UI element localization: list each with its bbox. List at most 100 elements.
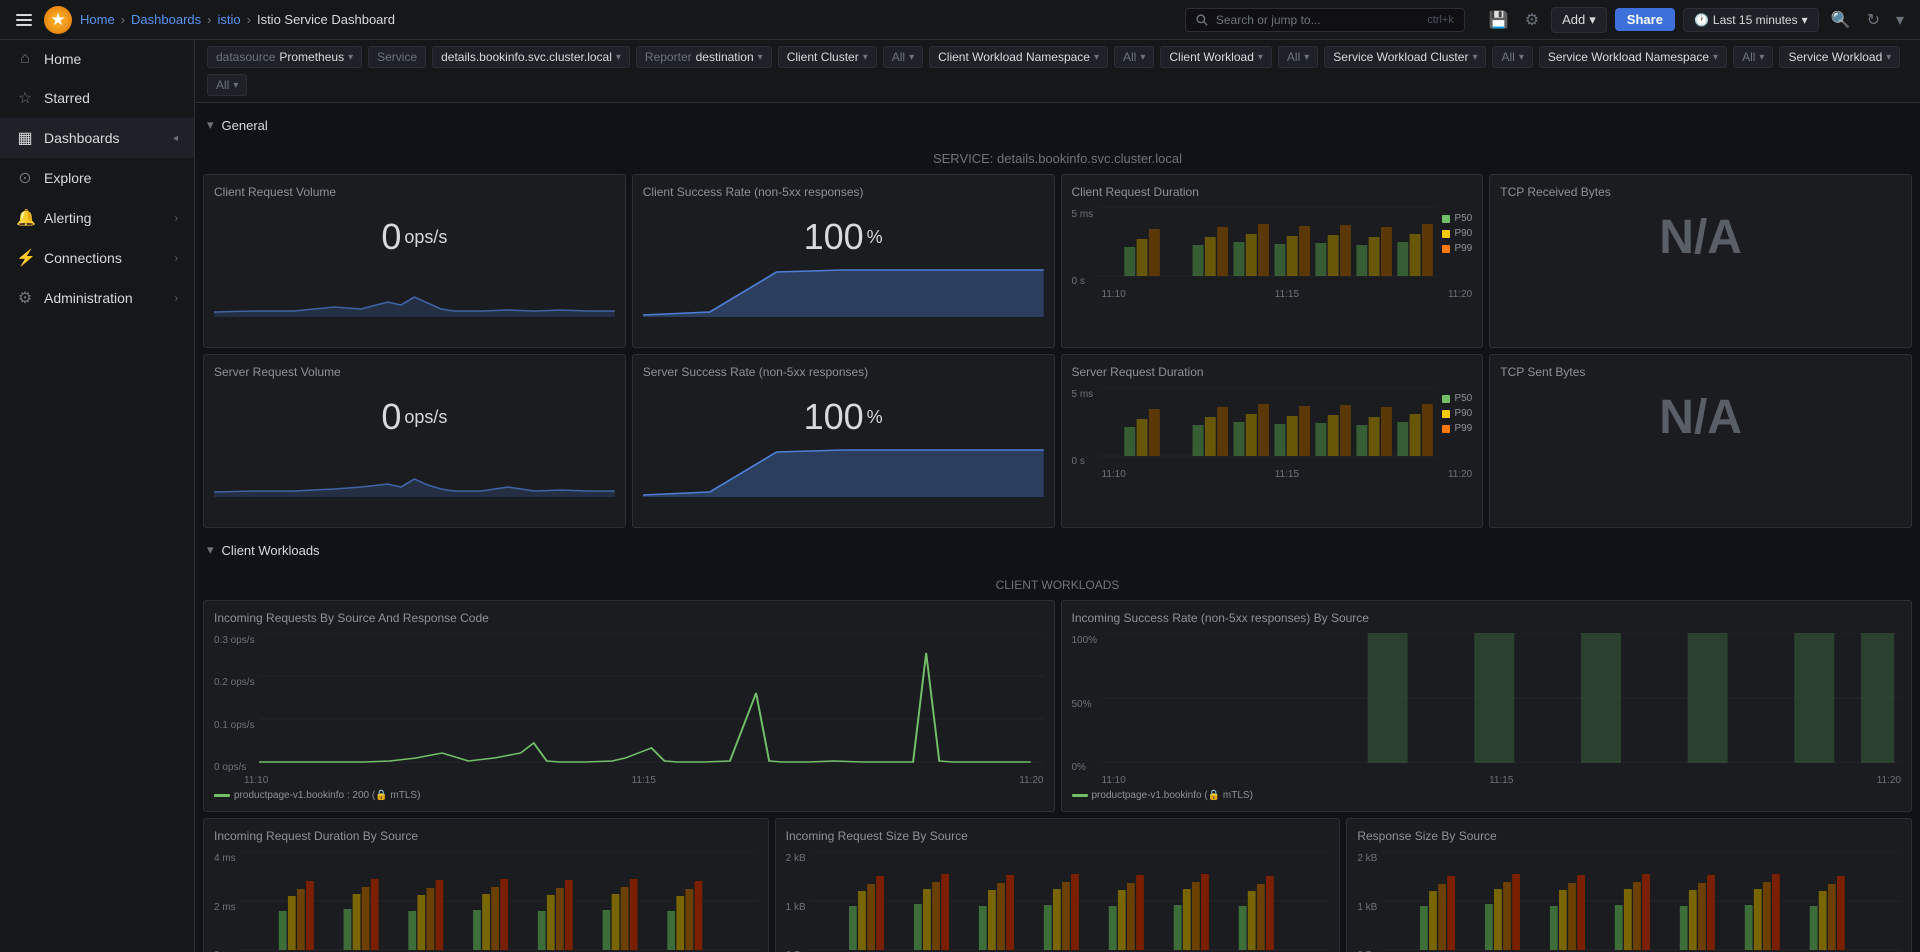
server-success-rate-chart: [643, 447, 1044, 517]
topbar: Home › Dashboards › istio › Istio Servic…: [0, 0, 1920, 40]
success-x-2: 11:20: [1877, 775, 1901, 786]
server-success-rate-panel: Server Success Rate (non-5xx responses) …: [632, 354, 1055, 528]
service-workload-all[interactable]: All ▾: [207, 74, 247, 96]
service-workload-ns-all[interactable]: All ▾: [1733, 46, 1773, 68]
time-range-button[interactable]: 🕐 Last 15 minutes ▾: [1683, 8, 1819, 32]
success-legend: productpage-v1.bookinfo (🔒 mTLS): [1072, 790, 1902, 801]
breadcrumb-current: Istio Service Dashboard: [257, 12, 395, 27]
server-request-duration-panel: Server Request Duration 5 ms 0 s: [1061, 354, 1484, 528]
server-p90-legend: P90: [1442, 408, 1472, 419]
starred-icon: ☆: [16, 88, 34, 108]
service-chevron-icon: ▾: [616, 52, 621, 63]
incoming-success-title: Incoming Success Rate (non-5xx responses…: [1072, 611, 1902, 625]
client-workloads-label: CLIENT WORKLOADS: [203, 568, 1912, 596]
client-success-rate-title: Client Success Rate (non-5xx responses): [643, 185, 1044, 199]
zoom-out-button[interactable]: 🔍: [1827, 6, 1855, 34]
sidebar-item-dashboards[interactable]: ▦ Dashboards ◂: [0, 118, 194, 158]
add-button[interactable]: Add ▾: [1551, 7, 1607, 33]
service-workload-filter[interactable]: Service Workload ▾: [1779, 46, 1900, 68]
response-size-title: Response Size By Source: [1357, 829, 1901, 843]
sw-chevron-icon: ▾: [1886, 52, 1891, 63]
server-request-volume-title: Server Request Volume: [214, 365, 615, 379]
menu-button[interactable]: [12, 8, 36, 32]
connections-expand-icon: ›: [175, 253, 178, 264]
datasource-filter[interactable]: datasource Prometheus ▾: [207, 46, 362, 68]
tcp-received-bytes-panel: TCP Received Bytes N/A: [1489, 174, 1912, 348]
sidebar-item-starred[interactable]: ☆ Starred: [0, 78, 194, 118]
incoming-y-1: 0.2 ops/s: [214, 677, 255, 688]
success-y-0: 100%: [1072, 635, 1098, 646]
save-dashboard-button[interactable]: 💾: [1485, 6, 1513, 34]
client-success-rate-value: 100 %: [643, 207, 1044, 267]
share-button[interactable]: Share: [1615, 8, 1675, 31]
incoming-requests-panel: Incoming Requests By Source And Response…: [203, 600, 1055, 812]
p99-label: P99: [1454, 243, 1472, 254]
server-p50-legend: P50: [1442, 393, 1472, 404]
client-duration-x-axis: 11:10 11:15 11:20: [1072, 289, 1473, 300]
sidebar-item-connections[interactable]: ⚡ Connections ›: [0, 238, 194, 278]
clock-icon: 🕐: [1694, 13, 1709, 27]
refresh-interval-button[interactable]: ▾: [1892, 6, 1908, 34]
client-cluster-all[interactable]: All ▾: [883, 46, 923, 68]
sidebar-item-administration[interactable]: ⚙ Administration ›: [0, 278, 194, 318]
success-x-1: 11:15: [1489, 775, 1513, 786]
sidebar-item-explore[interactable]: ⊙ Explore: [0, 158, 194, 198]
breadcrumb-home[interactable]: Home: [80, 12, 115, 27]
sw-cluster-chevron-icon: ▾: [1472, 52, 1477, 63]
breadcrumb: Home › Dashboards › istio › Istio Servic…: [80, 12, 395, 27]
grafana-logo: [44, 6, 72, 34]
server-duration-y-top: 5 ms: [1072, 389, 1094, 400]
tcp-received-title: TCP Received Bytes: [1500, 185, 1901, 199]
dashboards-expand-icon: ◂: [173, 133, 178, 144]
refresh-button[interactable]: ↻: [1863, 6, 1884, 34]
dashboards-icon: ▦: [16, 128, 34, 148]
alerting-expand-icon: ›: [175, 213, 178, 224]
incoming-requests-title: Incoming Requests By Source And Response…: [214, 611, 1044, 625]
client-request-volume-value: 0 ops/s: [214, 207, 615, 267]
client-workload-filter[interactable]: Client Workload ▾: [1160, 46, 1272, 68]
service-workload-ns-filter[interactable]: Service Workload Namespace ▾: [1539, 46, 1727, 68]
client-cluster-filter[interactable]: Client Cluster ▾: [778, 46, 877, 68]
administration-expand-icon: ›: [175, 293, 178, 304]
explore-icon: ⊙: [16, 168, 34, 188]
search-icon: [1196, 14, 1208, 26]
service-value-filter[interactable]: details.bookinfo.svc.cluster.local ▾: [432, 46, 630, 68]
breadcrumb-dashboards[interactable]: Dashboards: [131, 12, 201, 27]
service-workload-cluster-filter[interactable]: Service Workload Cluster ▾: [1324, 46, 1486, 68]
time-chevron-icon: ▾: [1802, 13, 1808, 27]
filter-bar: datasource Prometheus ▾ Service details.…: [195, 40, 1920, 103]
response-size-panel: Response Size By Source 2 kB 1 kB 0 B: [1346, 818, 1912, 952]
incoming-request-size-panel: Incoming Request Size By Source 2 kB 1 k…: [775, 818, 1341, 952]
add-chevron-icon: ▾: [1589, 12, 1596, 28]
client-cluster-chevron-icon: ▾: [863, 52, 868, 63]
reporter-filter[interactable]: Reporter destination ▾: [636, 46, 772, 68]
breadcrumb-istio[interactable]: istio: [217, 12, 240, 27]
server-request-duration-title: Server Request Duration: [1072, 365, 1473, 379]
incoming-legend: productpage-v1.bookinfo : 200 (🔒 mTLS): [214, 790, 1044, 801]
sidebar-item-alerting[interactable]: 🔔 Alerting ›: [0, 198, 194, 238]
general-section-title: General: [222, 118, 268, 133]
client-workloads-section-header[interactable]: ▾ Client Workloads: [203, 536, 1912, 564]
search-bar[interactable]: Search or jump to... ctrl+k: [1185, 8, 1465, 32]
reporter-chevron-icon: ▾: [758, 52, 763, 63]
incoming-duration-title: Incoming Request Duration By Source: [214, 829, 758, 843]
incoming-y-3: 0 ops/s: [214, 762, 255, 773]
client-workload-ns-all[interactable]: All ▾: [1114, 46, 1154, 68]
incoming-request-duration-panel: Incoming Request Duration By Source 4 ms…: [203, 818, 769, 952]
client-workload-all[interactable]: All ▾: [1278, 46, 1318, 68]
success-legend-item: productpage-v1.bookinfo (🔒 mTLS): [1072, 790, 1253, 801]
client-workload-ns-filter[interactable]: Client Workload Namespace ▾: [929, 46, 1108, 68]
sidebar-item-home[interactable]: ⌂ Home: [0, 40, 194, 78]
server-p99-legend: P99: [1442, 423, 1472, 434]
server-panels-row: Server Request Volume 0 ops/s Server S: [203, 354, 1912, 528]
service-workload-cluster-all[interactable]: All ▾: [1492, 46, 1532, 68]
general-section-header[interactable]: ▾ General: [203, 111, 1912, 139]
settings-button[interactable]: ⚙: [1521, 6, 1543, 34]
resp-y-1: 1 kB: [1357, 902, 1377, 913]
server-duration-y-bottom: 0 s: [1072, 456, 1094, 467]
sw-ns-chevron-icon: ▾: [1713, 52, 1718, 63]
service-filter[interactable]: Service: [368, 46, 426, 68]
incoming-legend-label: productpage-v1.bookinfo : 200 (🔒 mTLS): [234, 790, 420, 801]
p99-legend: P99: [1442, 243, 1472, 254]
client-workloads-row2: Incoming Request Duration By Source 4 ms…: [203, 818, 1912, 952]
